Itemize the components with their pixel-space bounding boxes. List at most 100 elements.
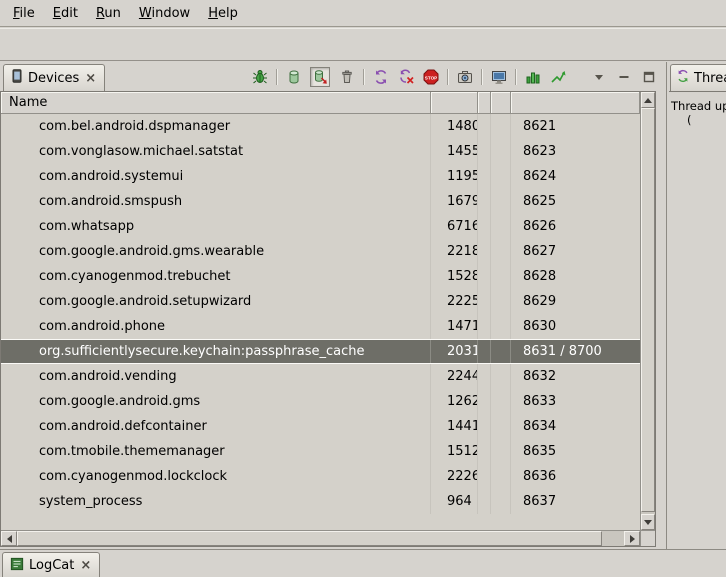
process-pid: 1195 — [431, 164, 478, 189]
process-name: com.google.android.setupwizard — [1, 289, 431, 314]
empty-cell — [491, 114, 511, 139]
app-window: FileEditRunWindowHelp Devices × — [0, 0, 726, 577]
empty-cell — [478, 189, 491, 214]
empty-cell — [478, 164, 491, 189]
process-pid: 22265 — [431, 464, 478, 489]
column-header-spacer2[interactable] — [491, 92, 511, 114]
process-port: 8624 — [511, 164, 640, 189]
empty-cell — [478, 439, 491, 464]
main-toolbar-strip — [0, 28, 726, 61]
threads-panel: Threads Thread up ( — [669, 62, 726, 549]
horizontal-scroll-thumb[interactable] — [17, 531, 602, 546]
line-chart-icon[interactable] — [549, 68, 566, 85]
table-row[interactable]: com.google.android.gms.wearable221858627 — [1, 239, 640, 264]
maximize-icon[interactable] — [640, 68, 657, 85]
tab-devices[interactable]: Devices × — [3, 64, 105, 91]
process-port: 8635 — [511, 439, 640, 464]
process-pid: 14553 — [431, 139, 478, 164]
table-row[interactable]: com.android.smspush16798625 — [1, 189, 640, 214]
empty-cell — [491, 489, 511, 514]
empty-cell — [478, 464, 491, 489]
scroll-right-button[interactable] — [624, 531, 640, 546]
table-row[interactable]: com.bel.android.dspmanager14808621 — [1, 114, 640, 139]
screen-capture-icon[interactable] — [456, 68, 473, 85]
empty-cell — [491, 139, 511, 164]
scroll-up-button[interactable] — [641, 92, 655, 108]
chevron-down-icon[interactable] — [590, 68, 607, 85]
empty-cell — [491, 464, 511, 489]
empty-cell — [478, 214, 491, 239]
empty-cell — [491, 439, 511, 464]
debug-icon[interactable] — [251, 68, 268, 85]
menu-help[interactable]: Help — [199, 2, 247, 25]
process-port: 8637 — [511, 489, 640, 514]
table-row[interactable]: com.android.vending224408632 — [1, 364, 640, 389]
table-row[interactable]: com.cyanogenmod.trebuchet15288628 — [1, 264, 640, 289]
column-header-spacer1[interactable] — [478, 92, 491, 114]
process-port: 8633 — [511, 389, 640, 414]
close-icon[interactable]: × — [84, 72, 97, 85]
devices-tab-bar: Devices × — [0, 62, 666, 91]
empty-cell — [491, 340, 511, 363]
tab-logcat[interactable]: LogCat × — [2, 552, 100, 577]
close-icon[interactable]: × — [79, 559, 92, 572]
table-row[interactable]: com.tmobile.thememanager15128635 — [1, 439, 640, 464]
table-row[interactable]: com.android.defcontainer144118634 — [1, 414, 640, 439]
empty-cell — [491, 364, 511, 389]
update-heap-icon[interactable] — [285, 68, 302, 85]
table-row[interactable]: com.android.systemui1195 8624 — [1, 164, 640, 189]
empty-cell — [478, 314, 491, 339]
empty-cell — [478, 239, 491, 264]
arrow-down-icon — [644, 520, 652, 525]
minimize-icon[interactable] — [615, 68, 632, 85]
scroll-left-button[interactable] — [1, 531, 17, 546]
table-row[interactable]: com.android.phone14718630 — [1, 314, 640, 339]
menu-window[interactable]: Window — [130, 2, 199, 25]
scroll-down-button[interactable] — [641, 514, 655, 530]
threads-message-line2: ( — [669, 113, 726, 127]
table-row[interactable]: com.vonglasow.michael.satstat145538623 — [1, 139, 640, 164]
process-port: 8628 — [511, 264, 640, 289]
process-name: com.tmobile.thememanager — [1, 439, 431, 464]
column-header-port[interactable] — [511, 92, 640, 114]
process-pid: 964 — [431, 489, 478, 514]
process-pid: 20311 — [431, 340, 478, 363]
process-name: com.cyanogenmod.trebuchet — [1, 264, 431, 289]
column-header-pid[interactable] — [431, 92, 478, 114]
logcat-panel: LogCat × — [0, 549, 726, 577]
process-table: Name com.bel.android.dspmanager14808621c… — [0, 91, 656, 547]
table-row[interactable]: com.cyanogenmod.lockclock222658636 — [1, 464, 640, 489]
vertical-scrollbar[interactable] — [640, 92, 655, 530]
table-row[interactable]: org.sufficientlysecure.keychain:passphra… — [1, 339, 640, 364]
process-pid: 22440 — [431, 364, 478, 389]
table-row[interactable]: com.whatsapp67168626 — [1, 214, 640, 239]
process-name: com.android.systemui — [1, 164, 431, 189]
vertical-scroll-thumb[interactable] — [641, 108, 655, 512]
cause-gc-icon[interactable] — [338, 68, 355, 85]
table-row[interactable]: com.google.android.gms126238633 — [1, 389, 640, 414]
process-port: 8629 — [511, 289, 640, 314]
tab-threads[interactable]: Threads — [670, 64, 726, 91]
screen-record-icon[interactable] — [490, 68, 507, 85]
horizontal-scrollbar[interactable] — [1, 530, 640, 546]
column-header-name[interactable]: Name — [1, 92, 431, 114]
process-pid: 12623 — [431, 389, 478, 414]
table-row[interactable]: com.google.android.setupwizard222508629 — [1, 289, 640, 314]
threads-message: Thread up ( — [669, 91, 726, 549]
stop-process-icon[interactable]: STOP — [422, 68, 439, 85]
empty-cell — [491, 214, 511, 239]
toolbar-separator — [447, 69, 448, 85]
empty-cell — [478, 489, 491, 514]
table-row[interactable]: system_process9648637 — [1, 489, 640, 514]
update-threads-icon[interactable] — [372, 68, 389, 85]
process-pid: 1679 — [431, 189, 478, 214]
stop-method-profiling-icon[interactable] — [397, 68, 414, 85]
tab-devices-label: Devices — [28, 71, 79, 86]
bar-chart-icon[interactable] — [524, 68, 541, 85]
dump-hprof-icon[interactable] — [310, 67, 330, 87]
menu-edit[interactable]: Edit — [44, 2, 87, 25]
empty-cell — [491, 389, 511, 414]
process-name: com.android.phone — [1, 314, 431, 339]
menu-run[interactable]: Run — [87, 2, 130, 25]
menu-file[interactable]: File — [4, 2, 44, 25]
